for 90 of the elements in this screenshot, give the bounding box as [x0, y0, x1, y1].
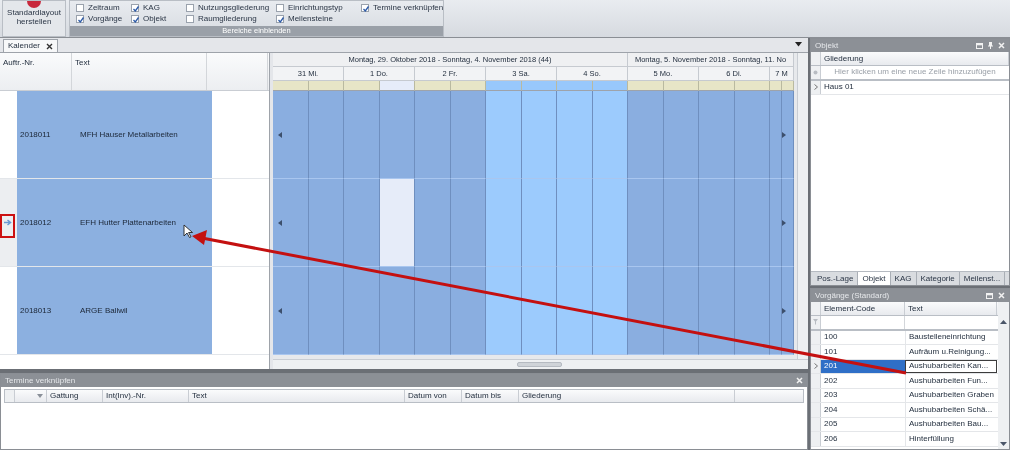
tree-row[interactable]: Haus 01 [821, 80, 1009, 94]
table-cell[interactable]: Aushubarbeiten Bau... [905, 417, 997, 431]
table-cell[interactable]: 205 [821, 417, 905, 431]
standard-layout-button[interactable]: Standardlayout herstellen [2, 0, 66, 37]
checkbox-label: Vorgänge [88, 14, 123, 25]
column-header[interactable]: Gliederung [519, 390, 735, 402]
row-selector[interactable] [811, 80, 821, 94]
row-indicator-icon [4, 219, 13, 226]
column-header[interactable]: Gattung [47, 390, 103, 402]
table-cell: MFH Hauser Metallarbeiten [77, 91, 212, 178]
panel-tab[interactable]: Kategorie [916, 272, 960, 285]
maximize-icon[interactable] [986, 292, 993, 299]
table-cell[interactable]: Aufräum u.Reinigung... [905, 345, 997, 359]
row-selector [5, 390, 15, 402]
panel-tab[interactable]: KAG [890, 272, 917, 285]
panel-title: Termine verknüpfen [5, 375, 76, 386]
column-header[interactable]: Auftr.-Nr. [0, 53, 72, 90]
table-cell[interactable]: 100 [821, 330, 905, 344]
row-selector[interactable] [811, 345, 821, 359]
checkbox[interactable] [186, 3, 194, 12]
tab-label: Kalender [8, 41, 41, 51]
checkbox-label: Zeitraum [88, 2, 120, 13]
checkbox[interactable] [76, 15, 84, 24]
scrollbar-thumb[interactable] [517, 362, 562, 367]
checkbox-label: Raumgliederung [198, 14, 257, 25]
checkbox-label: Meilensteine [288, 14, 333, 25]
table-cell: ARGE Ballwil [77, 267, 212, 354]
row-selector [811, 302, 821, 315]
checkbox-label: Termine verknüpfen [373, 2, 444, 13]
panel-tab[interactable]: Objekt [858, 272, 891, 285]
checkbox[interactable] [276, 3, 284, 12]
maximize-icon[interactable] [976, 42, 983, 49]
new-row-icon [813, 69, 818, 75]
table-cell: EFH Hutter Plattenarbeiten [77, 179, 212, 266]
table-cell[interactable]: 203 [821, 388, 905, 402]
vertical-scrollbar[interactable] [797, 53, 808, 359]
table-cell[interactable]: Aushubarbeiten Schä... [905, 403, 997, 417]
table-cell[interactable]: Aushubarbeiten Graben [905, 388, 997, 402]
row-selector [811, 52, 821, 65]
table-cell[interactable]: 206 [821, 432, 905, 446]
table-cell[interactable]: Baustelleneinrichtung [905, 330, 997, 344]
column-header[interactable]: Datum von [405, 390, 462, 402]
column-header[interactable]: Text [72, 53, 207, 90]
checkbox-label: Objekt [143, 14, 167, 25]
panel-title: Objekt [815, 40, 839, 51]
column-header[interactable]: Gliederung [821, 52, 1009, 65]
checkbox[interactable] [131, 3, 139, 12]
column-header[interactable]: Text [905, 302, 997, 315]
table-cell: 2018011 [17, 91, 77, 178]
chevron-icon [813, 84, 818, 91]
scroll-left-icon[interactable] [278, 308, 282, 314]
checkbox[interactable] [131, 15, 139, 24]
checkbox[interactable] [76, 3, 84, 12]
chevron-icon [813, 363, 818, 370]
table-cell[interactable]: 101 [821, 345, 905, 359]
horizontal-scrollbar[interactable] [273, 359, 808, 369]
pin-icon[interactable] [988, 42, 993, 49]
panel-title: Vorgänge (Standard) [815, 290, 890, 301]
table-cell[interactable]: Aushubarbeiten Kan... [905, 359, 997, 373]
column-header[interactable]: Datum bis [462, 390, 519, 402]
checkbox-label: KAG [143, 2, 160, 13]
checkbox-label: Einrichtungstyp [288, 2, 343, 13]
scroll-up-icon[interactable] [1000, 320, 1007, 324]
filter-icon [813, 319, 818, 326]
panel-tab[interactable]: Meilenst... [959, 272, 1006, 285]
table-cell: 2018012 [17, 179, 77, 266]
table-cell: 2018013 [17, 267, 77, 354]
table-cell[interactable]: Hinterfüllung [905, 432, 997, 446]
scroll-left-icon[interactable] [278, 132, 282, 138]
dropdown-icon[interactable] [795, 42, 802, 47]
table-cell[interactable]: 202 [821, 374, 905, 388]
close-icon[interactable] [46, 42, 54, 50]
checkbox[interactable] [276, 15, 284, 24]
column-header[interactable]: Element-Code [821, 302, 905, 315]
vertical-scrollbar[interactable] [998, 302, 1009, 449]
column-header[interactable]: Int(Inv).-Nr. [103, 390, 189, 402]
checkbox-label: Nutzungsgliederung [198, 2, 270, 13]
checkbox[interactable] [361, 3, 369, 12]
table-cell[interactable]: 204 [821, 403, 905, 417]
scroll-left-icon[interactable] [278, 220, 282, 226]
table-cell[interactable]: Aushubarbeiten Fun... [905, 374, 997, 388]
document-tab[interactable]: Kalender [3, 39, 59, 52]
layout-icon [26, 1, 42, 8]
checkbox[interactable] [186, 15, 194, 24]
column-header[interactable]: Text [189, 390, 405, 402]
row-selector[interactable] [0, 179, 17, 266]
highlight-frame [0, 214, 15, 238]
row-selector[interactable] [811, 359, 821, 373]
scroll-down-icon[interactable] [1000, 442, 1007, 446]
cursor-icon [183, 224, 194, 238]
